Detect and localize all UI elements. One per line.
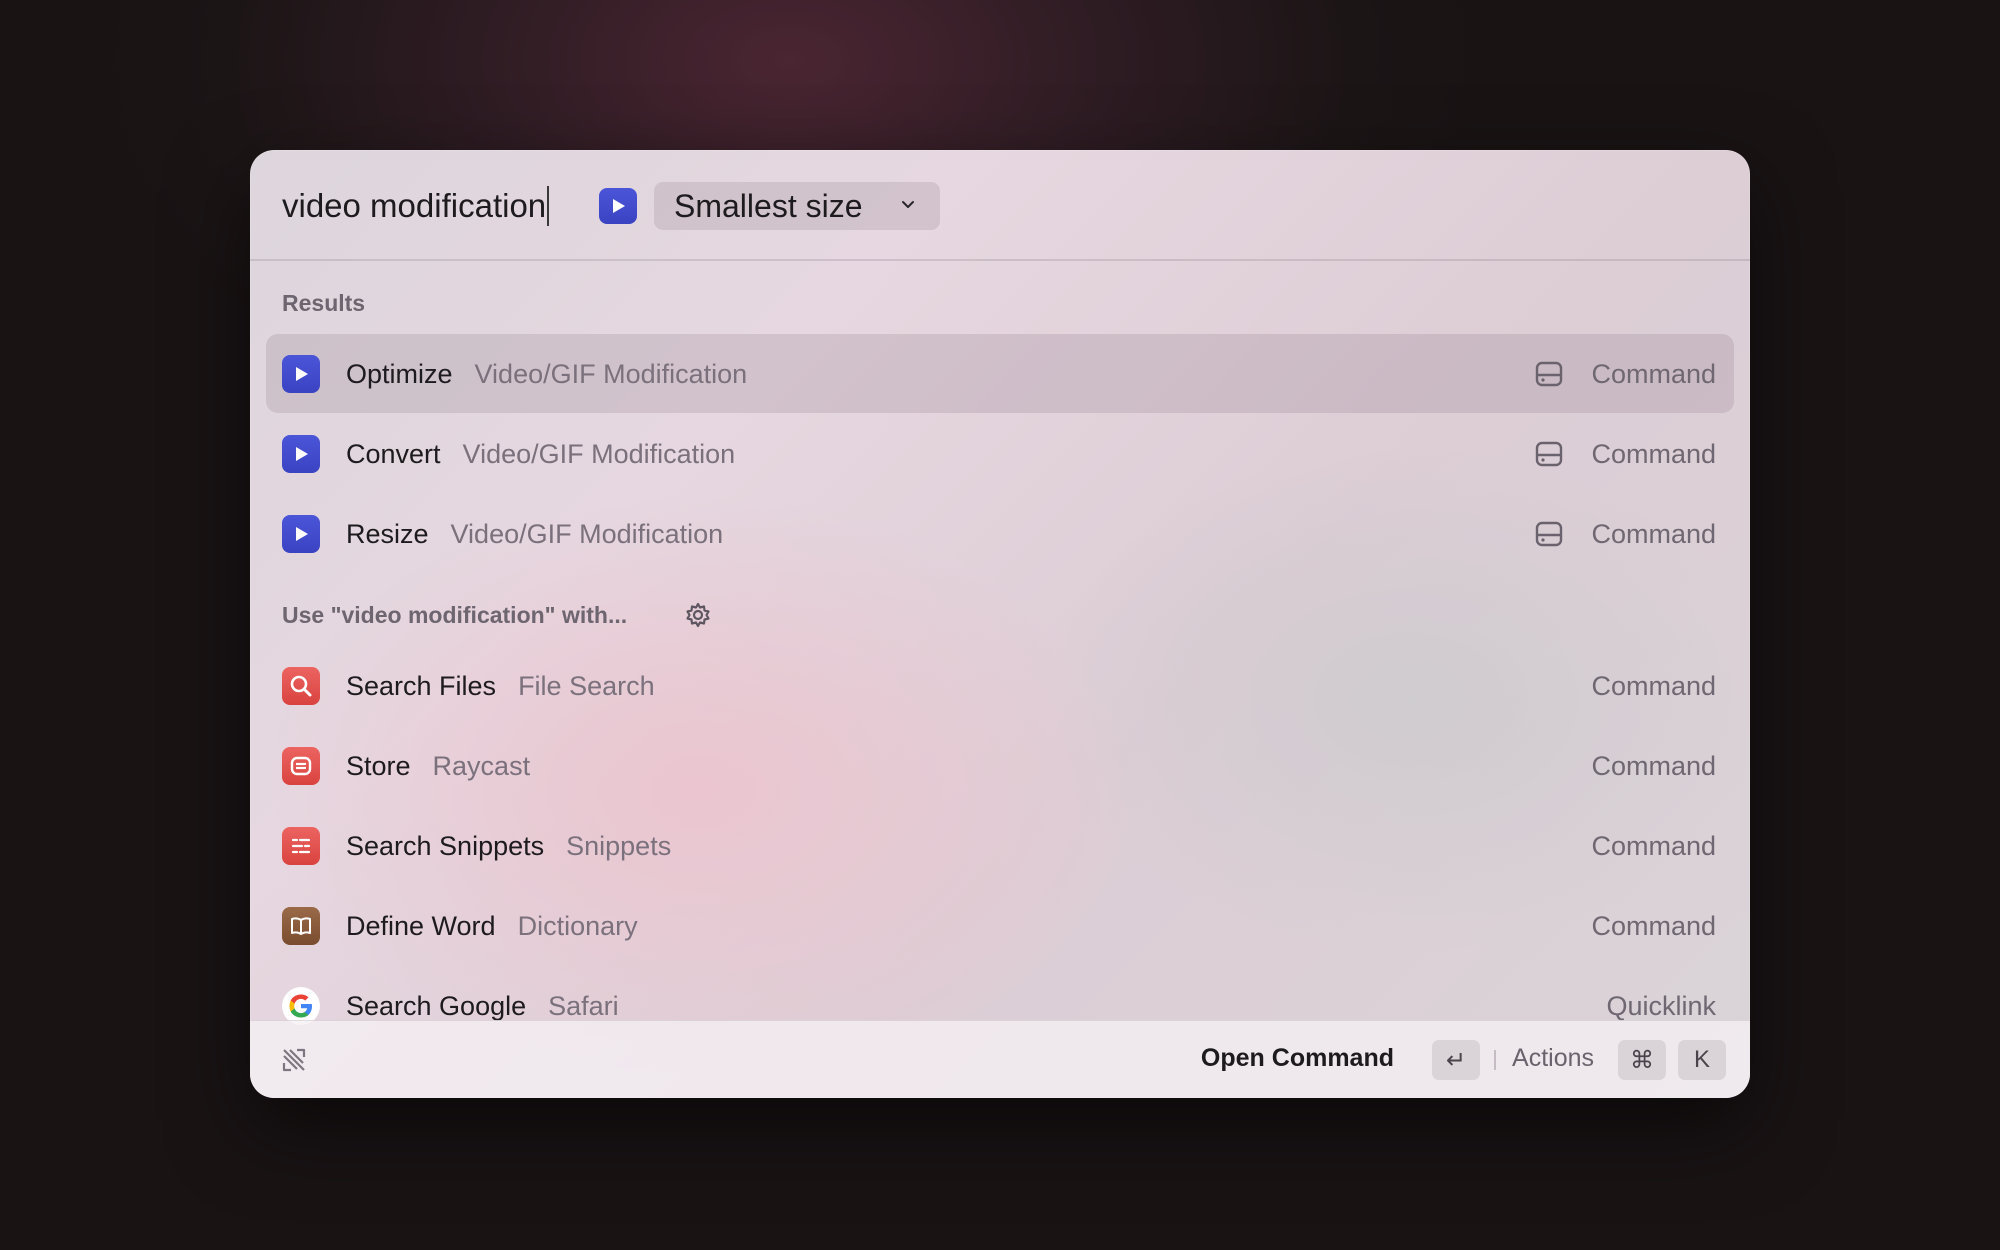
- command-key: ⌘: [1618, 1040, 1666, 1080]
- result-row[interactable]: Optimize Video/GIF Modification Command: [266, 334, 1734, 413]
- fallback-subtitle: Dictionary: [517, 911, 638, 941]
- actions-label[interactable]: Actions: [1512, 1044, 1594, 1073]
- result-type: Command: [1591, 519, 1716, 549]
- fallback-row[interactable]: Search Snippets Snippets Command: [266, 806, 1734, 885]
- chevron-down-icon: [902, 201, 914, 208]
- result-title: Resize: [346, 519, 429, 549]
- fallback-type: Command: [1591, 911, 1716, 941]
- fallback-title: Search Files: [346, 671, 497, 701]
- result-type: Command: [1591, 359, 1716, 389]
- result-title: Optimize: [346, 359, 453, 389]
- fallback-subtitle: File Search: [518, 671, 655, 701]
- result-row[interactable]: Resize Video/GIF Modification Command: [266, 494, 1734, 573]
- fallback-type: Quicklink: [1606, 991, 1716, 1021]
- snippets-icon: [282, 827, 320, 865]
- divider: [1494, 1050, 1496, 1070]
- fallback-row[interactable]: Define Word Dictionary Command: [266, 886, 1734, 965]
- fallback-type: Command: [1591, 751, 1716, 781]
- result-row[interactable]: Convert Video/GIF Modification Command: [266, 414, 1734, 493]
- fallback-subtitle: Safari: [548, 991, 619, 1021]
- play-icon: [282, 435, 320, 473]
- section-title-fallback: Use "video modification" with...: [282, 602, 628, 628]
- gear-icon[interactable]: [684, 601, 712, 629]
- fallback-title: Define Word: [346, 911, 496, 941]
- play-icon: [599, 188, 637, 224]
- book-icon: [282, 907, 320, 945]
- raycast-logo-icon[interactable]: [275, 1041, 313, 1079]
- result-subtitle: Video/GIF Modification: [462, 439, 736, 469]
- fallback-type: Command: [1591, 831, 1716, 861]
- search-input[interactable]: video modification: [282, 184, 550, 228]
- k-key: K: [1678, 1040, 1726, 1080]
- primary-action-label[interactable]: Open Command: [1201, 1044, 1394, 1073]
- store-icon: [282, 747, 320, 785]
- text-caret: [547, 186, 550, 226]
- magnifier-icon: [282, 667, 320, 705]
- enter-key: ↵: [1432, 1040, 1480, 1080]
- preset-dropdown[interactable]: Smallest size: [654, 182, 940, 230]
- search-bar: video modification Smallest size: [250, 150, 1750, 261]
- drive-icon: [1535, 521, 1563, 547]
- result-type: Command: [1591, 439, 1716, 469]
- drive-icon: [1535, 441, 1563, 467]
- fallback-type: Command: [1591, 671, 1716, 701]
- fallback-subtitle: Snippets: [566, 831, 672, 861]
- result-subtitle: Video/GIF Modification: [474, 359, 748, 389]
- raycast-window: video modification Smallest size Results…: [250, 150, 1750, 1098]
- fallback-row[interactable]: Search Files File Search Command: [266, 646, 1734, 725]
- fallback-title: Search Snippets: [346, 831, 545, 861]
- action-bar: Open Command ↵ Actions ⌘ K: [250, 1020, 1750, 1098]
- search-query-text: video modification: [282, 187, 547, 224]
- result-title: Convert: [346, 439, 441, 469]
- fallback-row[interactable]: Store Raycast Command: [266, 726, 1734, 805]
- fallback-subtitle: Raycast: [432, 751, 531, 781]
- section-title-results: Results: [282, 290, 366, 316]
- dropdown-selected-value: Smallest size: [674, 187, 863, 224]
- play-icon: [282, 515, 320, 553]
- drive-icon: [1535, 361, 1563, 387]
- result-subtitle: Video/GIF Modification: [450, 519, 724, 549]
- play-icon: [282, 355, 320, 393]
- fallback-title: Search Google: [346, 991, 527, 1021]
- fallback-title: Store: [346, 751, 411, 781]
